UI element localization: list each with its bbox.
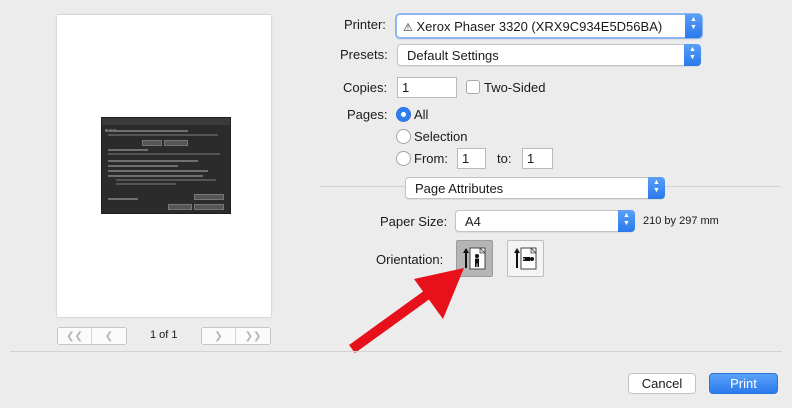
warning-triangle-icon: ⚠ [403, 22, 413, 34]
paper-size-label: Paper Size: [380, 214, 448, 229]
paper-size-value: A4 [465, 214, 481, 229]
pages-label: Pages: [347, 107, 388, 122]
paper-size-popup[interactable]: A4 ▲ ▼ [455, 210, 635, 232]
printer-value: Xerox Phaser 3320 (XRX9C934E5D56BA) [416, 19, 663, 34]
to-label: to: [497, 151, 512, 166]
cancel-button[interactable]: Cancel [628, 373, 696, 394]
last-page-icon[interactable]: ❯❯ [236, 328, 270, 344]
presets-popup[interactable]: Default Settings ▲ ▼ [397, 44, 701, 66]
printer-popup[interactable]: ⚠ Xerox Phaser 3320 (XRX9C934E5D56BA) ▲ ▼ [395, 13, 703, 39]
pages-from-label: From: [414, 151, 448, 166]
footer-divider [10, 351, 782, 352]
next-page-icon[interactable]: ❯ [202, 328, 236, 344]
first-page-icon[interactable]: ❮❮ [58, 328, 92, 344]
pages-all-label: All [414, 107, 429, 122]
pages-selection-radio[interactable] [396, 129, 411, 144]
two-sided-checkbox[interactable] [466, 80, 480, 94]
section-popup[interactable]: Page Attributes ▲ ▼ [405, 177, 665, 199]
paper-dimensions: 210 by 297 mm [643, 215, 719, 227]
pages-selection-label: Selection [414, 129, 468, 144]
presets-label: Presets: [340, 47, 388, 62]
presets-value: Default Settings [407, 48, 499, 63]
copies-label: Copies: [343, 80, 388, 95]
preview-thumbnail-image [101, 117, 231, 214]
popup-chevron-icon: ▲ ▼ [685, 14, 702, 38]
print-button[interactable]: Print [709, 373, 778, 394]
annotation-arrow-icon [349, 268, 464, 354]
to-page-field[interactable]: 1 [522, 148, 553, 169]
previous-page-icon[interactable]: ❮ [92, 328, 126, 344]
popup-chevron-icon: ▲ ▼ [618, 210, 635, 232]
two-sided-label: Two-Sided [484, 80, 546, 95]
pages-all-radio[interactable] [396, 107, 411, 122]
section-popup-value: Page Attributes [415, 181, 504, 196]
popup-chevron-icon: ▲ ▼ [684, 44, 701, 66]
from-page-field[interactable]: 1 [457, 148, 486, 169]
copies-field[interactable]: 1 [397, 77, 457, 98]
landscape-orientation-icon [514, 247, 537, 270]
pages-from-radio[interactable] [396, 151, 411, 166]
printer-label: Printer: [344, 17, 386, 32]
page-count: 1 of 1 [150, 329, 178, 341]
pager-forward-group: ❯ ❯❯ [201, 327, 271, 345]
landscape-orientation-button[interactable] [507, 240, 544, 277]
popup-chevron-icon: ▲ ▼ [648, 177, 665, 199]
pager-back-group: ❮❮ ❮ [57, 327, 127, 345]
